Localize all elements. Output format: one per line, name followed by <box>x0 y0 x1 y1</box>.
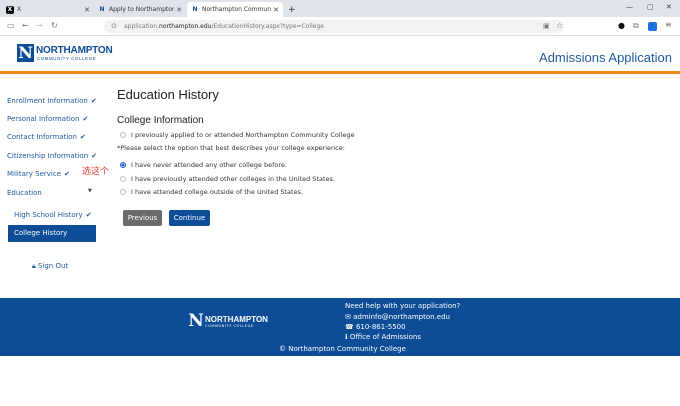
app-title: Admissions Application <box>539 50 672 65</box>
close-window-icon[interactable]: ✕ <box>666 3 672 11</box>
close-tab-icon[interactable]: ✕ <box>273 6 279 14</box>
x-logo-icon: X <box>6 5 14 14</box>
option-attended-outside-us[interactable]: I have attended college outside of the U… <box>120 188 303 196</box>
sidebar-item-label: High School History <box>14 211 83 219</box>
translate-icon[interactable]: ▣ <box>543 22 550 30</box>
url-domain: northampton.edu <box>159 23 212 30</box>
close-tab-icon[interactable]: ✕ <box>84 6 90 14</box>
browser-tab-apply[interactable]: N Apply to Northampton Comm ✕ <box>94 2 186 17</box>
sign-out-link[interactable]: 🔒︎ Sign Out <box>32 262 68 271</box>
url-path: /EducationHistory.aspx?type=College <box>211 23 324 30</box>
extensions-puzzle-icon[interactable]: ⧉ <box>633 21 639 31</box>
option-label: I have attended college outside of the U… <box>131 188 304 196</box>
sidebar-item-enrollment[interactable]: Enrollment Information ✔ <box>7 93 97 108</box>
sidebar-item-label: Personal Information <box>7 114 80 123</box>
sidebar-item-label: Citizenship Information <box>7 151 89 160</box>
caret-down-icon[interactable]: ▼ <box>88 188 92 194</box>
extension-dark-icon[interactable]: ● <box>618 21 625 30</box>
bookmark-star-icon[interactable]: ☆ <box>556 21 563 30</box>
continue-button[interactable]: Continue <box>169 210 210 226</box>
footer-email[interactable]: ✉ adminfo@northampton.edu <box>345 313 450 321</box>
previously-attended-radio[interactable] <box>120 132 126 138</box>
radio-selected[interactable] <box>120 162 126 168</box>
check-icon: ✔ <box>79 132 86 141</box>
option-label: I have previously attended other college… <box>131 175 335 183</box>
sidebar-item-high-school-history[interactable]: High School History ✔ <box>14 211 92 219</box>
page-blank-area <box>0 356 680 406</box>
previously-attended-option[interactable]: I previously applied to or attended Nort… <box>120 131 355 139</box>
northampton-favicon-icon: N <box>192 5 198 13</box>
browser-tab-bar: X X ✕ N Apply to Northampton Comm ✕ N No… <box>0 0 680 17</box>
tab-title: X <box>17 6 22 13</box>
section-title: College Information <box>117 115 204 126</box>
sidebar-item-citizenship[interactable]: Citizenship Information ✔ <box>7 148 97 163</box>
header-accent-bar <box>0 71 680 74</box>
logo-subtitle: COMMUNITY COLLEGE <box>37 56 97 61</box>
page-title: Education History <box>117 87 219 102</box>
profile-icon[interactable] <box>648 22 657 31</box>
footer-office[interactable]: ℹ Office of Admissions <box>345 333 421 341</box>
menu-icon[interactable]: ≡ <box>665 20 672 29</box>
check-icon: ✔ <box>85 211 92 219</box>
info-icon: ℹ <box>345 333 348 341</box>
footer-logo-title: NORTHAMPTON <box>205 315 268 324</box>
sidebar-item-label: Military Service <box>7 169 62 178</box>
browser-tab-x[interactable]: X X ✕ <box>2 2 94 17</box>
new-tab-button[interactable]: + <box>284 2 298 17</box>
sidebar-item-label: Enrollment Information <box>7 96 88 105</box>
maximize-icon[interactable]: ▢ <box>647 3 654 11</box>
phone-icon: ☎︎ <box>345 323 354 331</box>
footer-office-text: Office of Admissions <box>349 333 422 341</box>
sidebar-item-label: Education <box>7 188 42 197</box>
sidebar-item-personal[interactable]: Personal Information ✔ <box>7 111 88 126</box>
sidebar-item-college-history[interactable]: College History <box>8 225 96 242</box>
sign-out-label: Sign Out <box>37 262 69 270</box>
back-icon[interactable]: ← <box>22 21 29 30</box>
sidebar-item-label: College History <box>14 229 68 237</box>
sidebar-item-education[interactable]: Education <box>7 185 42 200</box>
radio[interactable] <box>120 176 126 182</box>
footer-phone[interactable]: ☎︎ 610-861-5500 <box>345 323 406 331</box>
address-bar-row: ▭ ← → ↻ ⊙ application.northampton.edu/Ed… <box>0 17 680 36</box>
check-icon: ✔ <box>82 114 89 123</box>
footer-logo-icon: N <box>188 311 204 331</box>
sidebar-item-label: Contact Information <box>7 132 77 141</box>
previous-button[interactable]: Previous <box>123 210 162 226</box>
option-attended-us[interactable]: I have previously attended other college… <box>120 175 335 183</box>
lock-icon: 🔒︎ <box>32 262 36 270</box>
footer-phone-text: 610-861-5500 <box>355 323 406 331</box>
check-icon: ✔ <box>91 151 98 160</box>
sidebar-item-contact[interactable]: Contact Information ✔ <box>7 129 86 144</box>
radio[interactable] <box>120 189 126 195</box>
check-icon: ✔ <box>64 169 70 178</box>
option-never-attended[interactable]: I have never attended any other college … <box>120 161 287 169</box>
footer-copyright: © Northampton Community College <box>279 345 406 353</box>
envelope-icon: ✉ <box>345 313 351 321</box>
browser-tab-active[interactable]: N Northampton Community Coll ✕ <box>187 2 283 17</box>
footer-logo-subtitle: COMMUNITY COLLEGE <box>205 324 254 328</box>
minimize-icon[interactable]: — <box>626 3 633 11</box>
northampton-logo-icon[interactable]: N <box>17 44 34 62</box>
sidebar-toggle-icon[interactable]: ▭ <box>7 21 15 30</box>
close-tab-icon[interactable]: ✕ <box>176 6 182 14</box>
northampton-favicon-icon: N <box>99 5 105 13</box>
url-field[interactable]: ⊙ application.northampton.edu/EducationH… <box>104 20 564 33</box>
reload-icon[interactable]: ↻ <box>51 21 58 30</box>
option-label: I have never attended any other college … <box>131 161 287 169</box>
forward-icon[interactable]: → <box>36 21 43 30</box>
tab-title: Apply to Northampton Comm <box>109 6 175 13</box>
footer-help-text: Need help with your application? <box>345 302 461 310</box>
footer-email-text: adminfo@northampton.edu <box>353 313 450 321</box>
url-prefix: application. <box>124 23 160 30</box>
logo-title: NORTHAMPTON <box>36 45 113 56</box>
experience-prompt: *Please select the option that best desc… <box>117 144 345 152</box>
sidebar-item-military[interactable]: Military Service ✔ <box>7 166 70 181</box>
check-icon: ✔ <box>90 96 97 105</box>
handwritten-annotation: 选这个 <box>82 167 110 177</box>
option-label: I previously applied to or attended Nort… <box>131 131 355 139</box>
site-info-icon[interactable]: ⊙ <box>111 20 117 33</box>
tab-title: Northampton Community Coll <box>202 6 271 13</box>
